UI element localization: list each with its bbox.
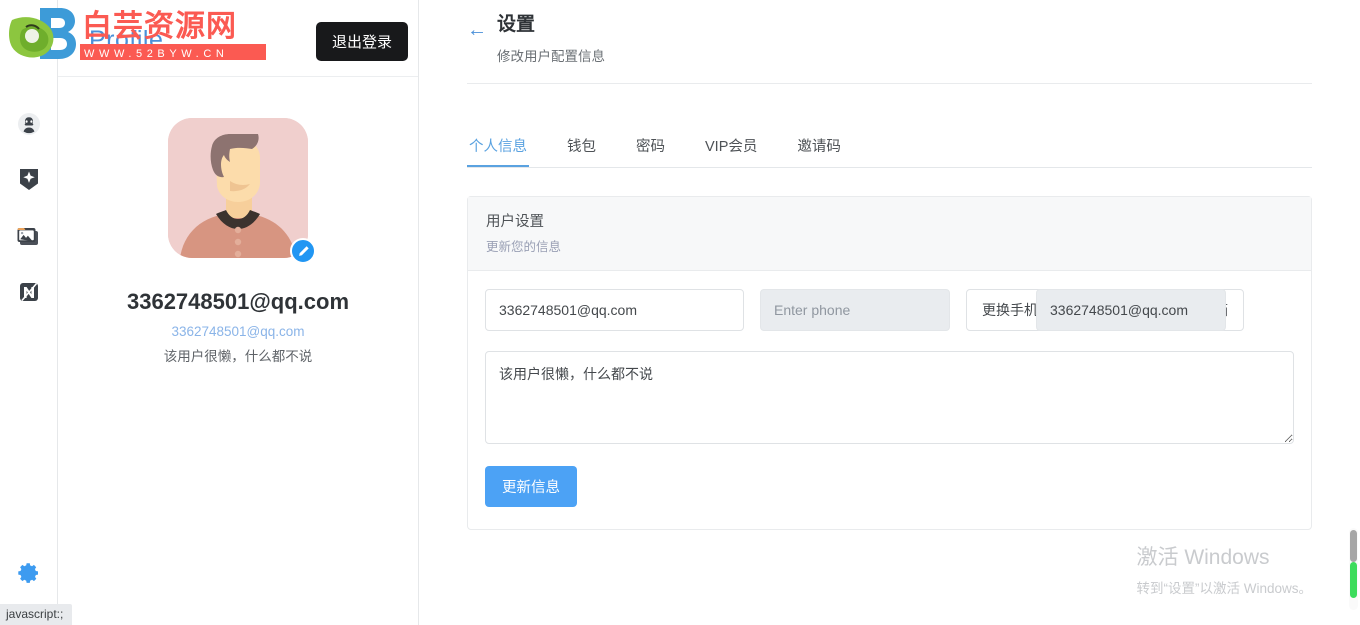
scrollbar-thumb[interactable] (1350, 530, 1357, 562)
profile-bio: 该用户很懒，什么都不说 (163, 349, 313, 364)
user-settings-card: 用户设置 更新您的信息 更换手机 更换邮箱 更新信息 (467, 195, 1312, 530)
avatar-wrapper (168, 118, 316, 264)
bio-textarea[interactable] (485, 350, 1294, 444)
tab-wallet[interactable]: 钱包 (565, 129, 598, 167)
update-info-button[interactable]: 更新信息 (485, 465, 577, 507)
rail-item-photos[interactable] (0, 208, 58, 264)
profile-name: 3362748501@qq.com (126, 289, 350, 314)
avatar-illustration (168, 118, 308, 258)
phone-field[interactable] (760, 288, 950, 331)
logout-button[interactable]: 退出登录 (315, 22, 408, 61)
settings-tabs: 个人信息 钱包 密码 VIP会员 邀请码 (467, 129, 1312, 168)
profile-title: Profile (89, 26, 164, 54)
user-avatar-icon (18, 113, 40, 135)
header-divider (467, 82, 1312, 84)
tab-personal-info[interactable]: 个人信息 (467, 129, 529, 167)
page-scrollbar[interactable] (1348, 0, 1358, 625)
sparkle-badge-icon (20, 169, 38, 190)
app-root: Profile 退出登录 3362748501@qq.com 336274850… (0, 0, 1360, 625)
card-header: 用户设置 更新您的信息 (468, 196, 1311, 271)
scrollbar-thumb-progress[interactable] (1350, 562, 1357, 598)
profile-email: 3362748501@qq.com (171, 324, 305, 339)
page-title: 设置 (497, 14, 536, 35)
gear-icon (18, 563, 38, 583)
tab-invite-code[interactable]: 邀请码 (795, 129, 843, 167)
email-field[interactable] (485, 288, 744, 331)
change-phone-group: 更换手机 (966, 288, 1226, 331)
back-arrow-icon[interactable]: ← (467, 20, 487, 40)
page-subtitle: 修改用户配置信息 (497, 48, 605, 64)
windows-activation-watermark: 激活 Windows 转到“设置”以激活 Windows。 (1136, 541, 1312, 597)
pencil-icon (298, 245, 309, 256)
icon-rail (0, 0, 58, 625)
photos-gallery-icon (17, 228, 38, 245)
tab-password[interactable]: 密码 (634, 129, 667, 167)
app-logo-icon (20, 282, 38, 302)
activation-line2: 转到“设置”以激活 Windows。 (1136, 581, 1312, 596)
page-header: ← 设置 修改用户配置信息 (467, 0, 1312, 65)
activation-line1: 激活 Windows (1136, 546, 1270, 569)
rail-item-app[interactable] (0, 264, 58, 320)
profile-column: Profile 退出登录 3362748501@qq.com 336274850… (58, 0, 419, 625)
card-title: 用户设置 (486, 213, 544, 230)
card-subtitle: 更新您的信息 (486, 239, 562, 254)
browser-status-bar: javascript:; (0, 604, 73, 625)
email-secondary-field[interactable] (1036, 288, 1226, 331)
card-body: 更换手机 更换邮箱 更新信息 (468, 271, 1311, 529)
profile-header: Profile 退出登录 (58, 0, 418, 77)
rail-item-settings[interactable] (0, 561, 58, 585)
rail-item-sparkle[interactable] (0, 152, 58, 208)
main-panel: ← 设置 修改用户配置信息 个人信息 钱包 密码 VIP会员 邀请码 用户设置 … (419, 0, 1360, 625)
avatar (168, 118, 308, 258)
tab-vip[interactable]: VIP会员 (703, 129, 759, 167)
account-fields-row: 更换手机 更换邮箱 (485, 288, 1294, 331)
rail-item-user[interactable] (0, 96, 58, 152)
edit-avatar-button[interactable] (290, 238, 316, 264)
